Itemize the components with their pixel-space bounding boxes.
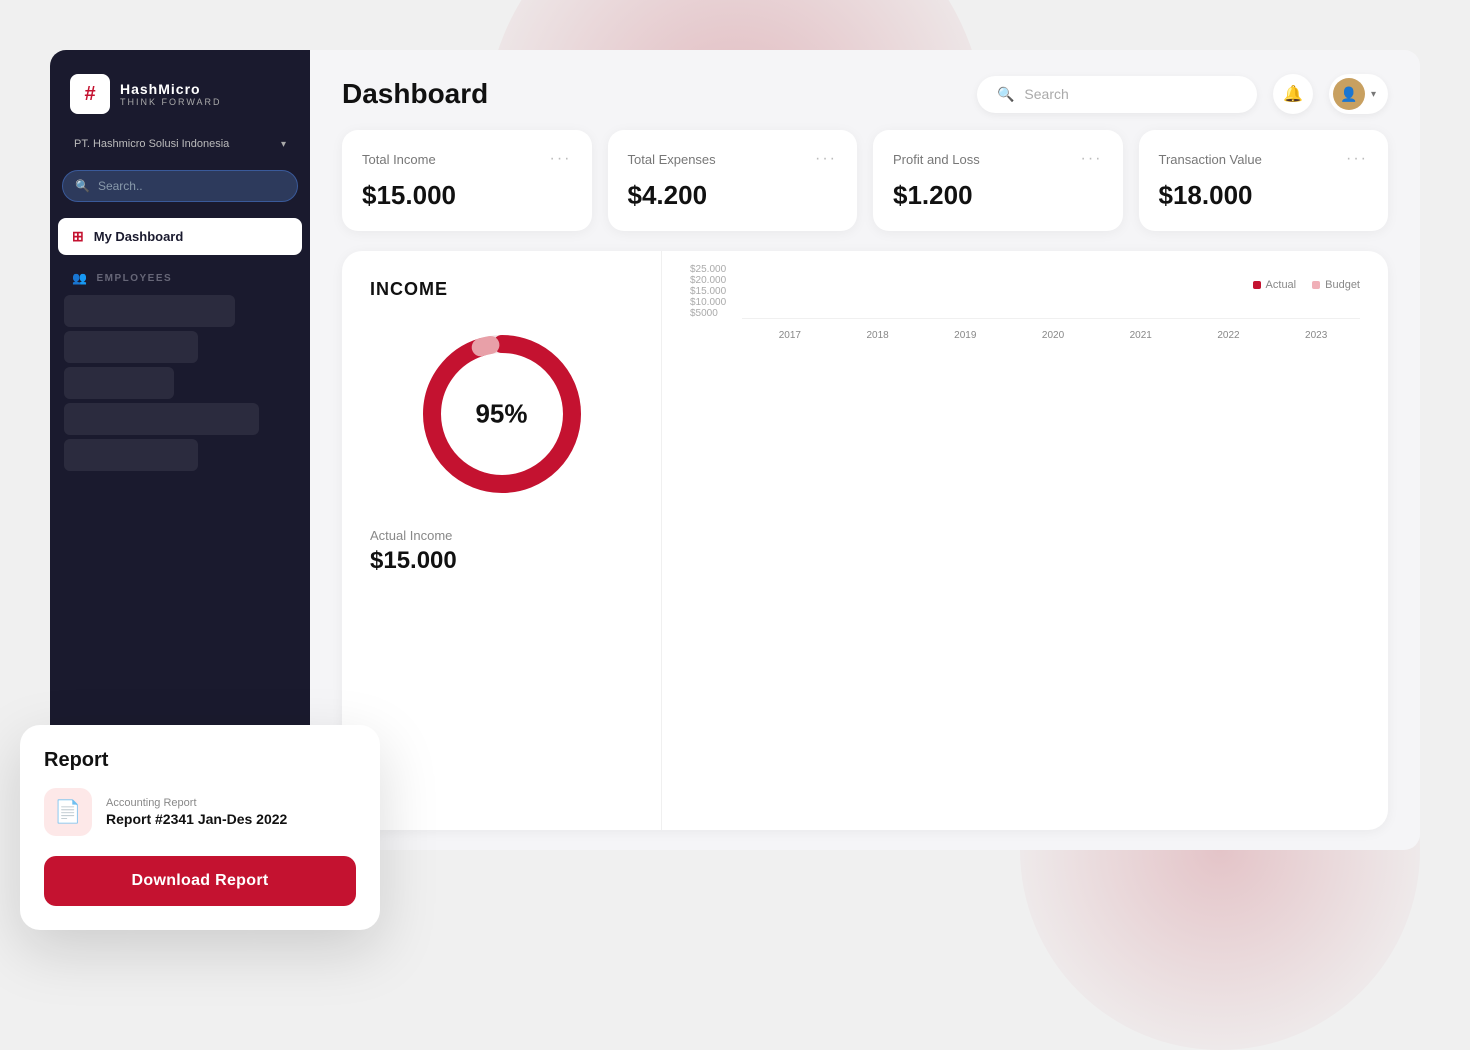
stat-value: $4.200 xyxy=(628,180,838,211)
donut-chart: 95% xyxy=(412,324,592,504)
y-axis-label: $20.000 xyxy=(690,275,726,286)
download-report-button[interactable]: Download Report xyxy=(44,856,356,906)
sidebar-search-box[interactable]: 🔍 xyxy=(62,170,298,202)
x-axis-label: 2017 xyxy=(746,330,834,341)
stat-card-1: Total Expenses ··· $4.200 xyxy=(608,130,858,231)
logo-main-text: HashMicro xyxy=(120,81,222,97)
company-selector[interactable]: PT. Hashmicro Solusi Indonesia ▾ xyxy=(62,130,298,158)
dashboard-icon: ⊞ xyxy=(72,228,84,245)
nav-placeholder-5[interactable] xyxy=(64,439,198,471)
logo-text: HashMicro THINK FORWARD xyxy=(120,81,222,107)
y-axis-label: $10.000 xyxy=(690,297,726,308)
report-card: Report 📄 Accounting Report Report #2341 … xyxy=(20,725,380,930)
logo-area: # HashMicro THINK FORWARD xyxy=(50,50,310,130)
header-right: 🔍 🔔 👤 ▾ xyxy=(977,74,1388,114)
stat-label: Profit and Loss xyxy=(893,152,980,167)
sidebar-item-dashboard[interactable]: ⊞ My Dashboard xyxy=(58,218,302,255)
donut-center: 95% xyxy=(475,399,527,430)
report-type: Accounting Report xyxy=(106,797,287,809)
stat-card-2: Profit and Loss ··· $1.200 xyxy=(873,130,1123,231)
bar-chart: $5000$10.000$15.000$20.000$25.0002017201… xyxy=(690,279,1360,349)
employees-icon: 👥 xyxy=(72,271,88,285)
x-axis-label: 2018 xyxy=(834,330,922,341)
employees-label: EMPLOYEES xyxy=(96,273,172,284)
actual-income-value: $15.000 xyxy=(370,547,457,575)
actual-income-label: Actual Income xyxy=(370,528,452,543)
y-axis-label: $5000 xyxy=(690,308,726,319)
report-card-title: Report xyxy=(44,749,356,772)
avatar-button[interactable]: 👤 ▾ xyxy=(1329,74,1388,114)
x-axis-label: 2019 xyxy=(921,330,1009,341)
employees-section-label: 👥 EMPLOYEES xyxy=(58,259,302,291)
stat-more-button[interactable]: ··· xyxy=(1346,150,1368,168)
sidebar-search-input[interactable] xyxy=(98,179,285,193)
main-content: Dashboard 🔍 🔔 👤 ▾ Total Income ··· xyxy=(310,50,1420,850)
sidebar-search-icon: 🔍 xyxy=(75,179,90,193)
stat-label: Total Expenses xyxy=(628,152,716,167)
stat-value: $1.200 xyxy=(893,180,1103,211)
nav-placeholder-1[interactable] xyxy=(64,295,235,327)
x-axis-label: 2022 xyxy=(1185,330,1273,341)
stat-value: $18.000 xyxy=(1159,180,1369,211)
x-axis-label: 2020 xyxy=(1009,330,1097,341)
chevron-down-icon: ▾ xyxy=(281,139,286,150)
dashboard-label: My Dashboard xyxy=(94,229,184,244)
stat-more-button[interactable]: ··· xyxy=(1081,150,1103,168)
x-axis-labels: 2017201820192020202120222023 xyxy=(746,330,1360,341)
stat-more-button[interactable]: ··· xyxy=(550,150,572,168)
stat-card-0: Total Income ··· $15.000 xyxy=(342,130,592,231)
report-item: 📄 Accounting Report Report #2341 Jan-Des… xyxy=(44,788,356,836)
stat-card-3: Transaction Value ··· $18.000 xyxy=(1139,130,1389,231)
stat-label: Total Income xyxy=(362,152,436,167)
company-name: PT. Hashmicro Solusi Indonesia xyxy=(74,138,229,150)
stat-label: Transaction Value xyxy=(1159,152,1262,167)
stat-value: $15.000 xyxy=(362,180,572,211)
nav-placeholder-3[interactable] xyxy=(64,367,174,399)
page-title: Dashboard xyxy=(342,78,488,110)
stat-card-header: Total Income ··· xyxy=(362,150,572,168)
notification-button[interactable]: 🔔 xyxy=(1273,74,1313,114)
avatar: 👤 xyxy=(1333,78,1365,110)
y-axis-label: $15.000 xyxy=(690,286,726,297)
x-axis-label: 2023 xyxy=(1272,330,1360,341)
main-search-icon: 🔍 xyxy=(997,86,1014,103)
income-left-panel: INCOME 95% Actual Income $15.0 xyxy=(342,251,662,830)
header: Dashboard 🔍 🔔 👤 ▾ xyxy=(310,50,1420,130)
main-search-input[interactable] xyxy=(1024,86,1237,102)
report-file-icon: 📄 xyxy=(44,788,92,836)
income-right-panel: Actual Budget $5000$10.000$15.000$20.000… xyxy=(662,251,1388,830)
logo-sub-text: THINK FORWARD xyxy=(120,97,222,107)
stats-row: Total Income ··· $15.000 Total Expenses … xyxy=(310,130,1420,251)
stat-card-header: Profit and Loss ··· xyxy=(893,150,1103,168)
avatar-chevron-icon: ▾ xyxy=(1371,89,1376,100)
donut-percent: 95% xyxy=(475,399,527,429)
stat-more-button[interactable]: ··· xyxy=(815,150,837,168)
income-title: INCOME xyxy=(370,279,448,300)
logo-icon: # xyxy=(70,74,110,114)
stat-card-header: Transaction Value ··· xyxy=(1159,150,1369,168)
stat-card-header: Total Expenses ··· xyxy=(628,150,838,168)
report-info: Accounting Report Report #2341 Jan-Des 2… xyxy=(106,797,287,827)
x-axis-label: 2021 xyxy=(1097,330,1185,341)
income-section: INCOME 95% Actual Income $15.0 xyxy=(342,251,1388,830)
nav-placeholder-2[interactable] xyxy=(64,331,198,363)
nav-placeholder-4[interactable] xyxy=(64,403,259,435)
report-name: Report #2341 Jan-Des 2022 xyxy=(106,811,287,827)
y-axis-label: $25.000 xyxy=(690,264,726,275)
main-search-bar[interactable]: 🔍 xyxy=(977,76,1257,113)
